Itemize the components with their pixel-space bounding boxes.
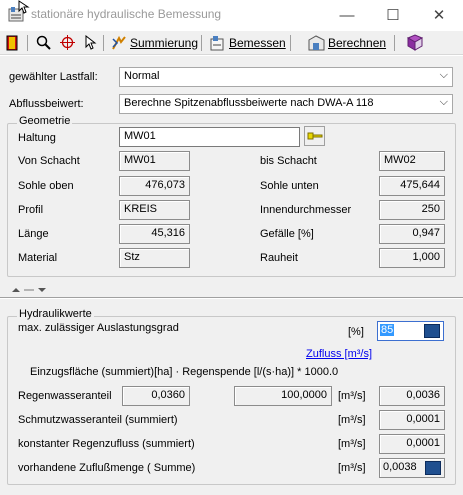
mouse-cursor-icon [18, 0, 30, 14]
bemessen-icon [210, 36, 224, 51]
gefaelle-field: 0,947 [379, 224, 445, 244]
regenwasser-spende-field: 100,0000 [234, 386, 332, 406]
material-label: Material [18, 252, 58, 264]
panel-splitter[interactable] [0, 282, 463, 298]
geometrie-title: Geometrie [17, 115, 73, 127]
regenzufluss-unit: [m³/s] [338, 438, 366, 450]
auslastung-input[interactable]: 85 [377, 321, 444, 341]
book-icon[interactable] [406, 34, 424, 51]
haltung-field[interactable]: MW01 [119, 127, 300, 147]
regenwasser-label: Regenwasseranteil [18, 390, 112, 402]
calculator-icon[interactable] [424, 324, 440, 338]
laenge-label: Länge [18, 228, 49, 240]
crosshair-icon[interactable] [60, 35, 75, 50]
auslastung-value: 85 [380, 324, 395, 336]
regenzufluss-value-field: 0,0001 [379, 434, 445, 454]
zufluss-label: vorhandene Zuflußmenge ( Summe) [18, 462, 196, 474]
zufluss-link[interactable]: Zufluss [m³/s] [306, 348, 372, 360]
title-bar[interactable]: stationäre hydraulische Bemessung — ☐ ✕ [0, 0, 463, 31]
lastfall-label: gewählter Lastfall: [9, 71, 98, 83]
maximize-button[interactable]: ☐ [370, 0, 416, 30]
window-title: stationäre hydraulische Bemessung [31, 7, 222, 21]
von-schacht-label: Von Schacht [18, 155, 80, 167]
auslastung-unit: [%] [348, 326, 364, 338]
rauheit-label: Rauheit [260, 252, 298, 264]
search-icon[interactable] [36, 35, 51, 50]
auslastung-label: max. zulässiger Auslastungsgrad [18, 322, 179, 334]
berechnen-label: Berechnen [328, 36, 387, 50]
laenge-field: 45,316 [119, 224, 190, 244]
abfluss-value: Berechne Spitzenabflussbeiwerte nach DWA… [124, 97, 374, 109]
summierung-label: Summierung [130, 36, 199, 50]
bis-schacht-field: MW02 [379, 151, 445, 171]
pointer-icon[interactable] [85, 35, 97, 50]
sohle-unten-label: Sohle unten [260, 180, 319, 192]
berechnen-icon [308, 35, 325, 51]
regenwasser-unit: [m³/s] [338, 390, 366, 402]
toolbar-separator [27, 35, 28, 51]
abfluss-label: Abflussbeiwert: [9, 98, 84, 110]
sohle-unten-field: 475,644 [379, 176, 445, 196]
schmutz-unit: [m³/s] [338, 414, 366, 426]
key-lookup-button[interactable] [304, 126, 325, 146]
summierung-button[interactable]: Summierung [111, 33, 198, 53]
abfluss-select[interactable]: Berechne Spitzenabflussbeiwerte nach DWA… [119, 94, 453, 114]
exit-door-icon[interactable] [6, 35, 20, 51]
innendurchmesser-field: 250 [379, 200, 445, 220]
splitter-grip-icon [12, 288, 46, 292]
profil-label: Profil [18, 204, 44, 216]
calculator-icon[interactable] [425, 461, 441, 475]
berechnen-button[interactable]: Berechnen [308, 33, 386, 53]
zufluss-value: 0,0038 [383, 461, 417, 473]
regenwasser-value-field: 0,0036 [379, 386, 445, 406]
toolbar-separator [103, 35, 104, 51]
regenzufluss-label: konstanter Regenzufluss (summiert) [18, 438, 195, 450]
bemessen-button[interactable]: Bemessen [210, 33, 286, 53]
toolbar-separator [290, 35, 291, 51]
sohle-oben-label: Sohle oben [18, 180, 74, 192]
von-schacht-field: MW01 [119, 151, 190, 171]
key-icon [307, 132, 323, 140]
chevron-down-icon: ⌵ [439, 69, 448, 81]
hydraulik-title: Hydraulikwerte [17, 308, 94, 320]
rauheit-field: 1,000 [379, 248, 445, 268]
close-button[interactable]: ✕ [416, 0, 462, 30]
bemessen-label: Bemessen [229, 36, 286, 50]
toolbar-separator [394, 35, 395, 51]
material-field: Stz [119, 248, 190, 268]
sohle-oben-field: 476,073 [119, 176, 190, 196]
formula-text: Einzugsfläche (summiert)[ha] · Regenspen… [30, 366, 339, 378]
chevron-down-icon: ⌵ [439, 96, 448, 108]
regenwasser-flaeche-field: 0,0360 [122, 386, 190, 406]
schmutz-label: Schmutzwasseranteil (summiert) [18, 414, 178, 426]
lastfall-select[interactable]: Normal ⌵ [119, 67, 453, 87]
bis-schacht-label: bis Schacht [260, 155, 317, 167]
summierung-icon [112, 35, 126, 50]
profil-field: KREIS [119, 200, 190, 220]
gefaelle-label: Gefälle [%] [260, 228, 314, 240]
innendurchmesser-label: Innendurchmesser [260, 204, 352, 216]
schmutz-value-field: 0,0001 [379, 410, 445, 430]
zufluss-unit: [m³/s] [338, 462, 366, 474]
toolbar-separator [201, 35, 202, 51]
lastfall-value: Normal [124, 70, 160, 82]
toolbar: Summierung Bemessen Berechnen [0, 31, 463, 55]
minimize-button[interactable]: — [324, 0, 370, 30]
haltung-label: Haltung [18, 132, 56, 144]
zufluss-value-field: 0,0038 [379, 458, 445, 478]
